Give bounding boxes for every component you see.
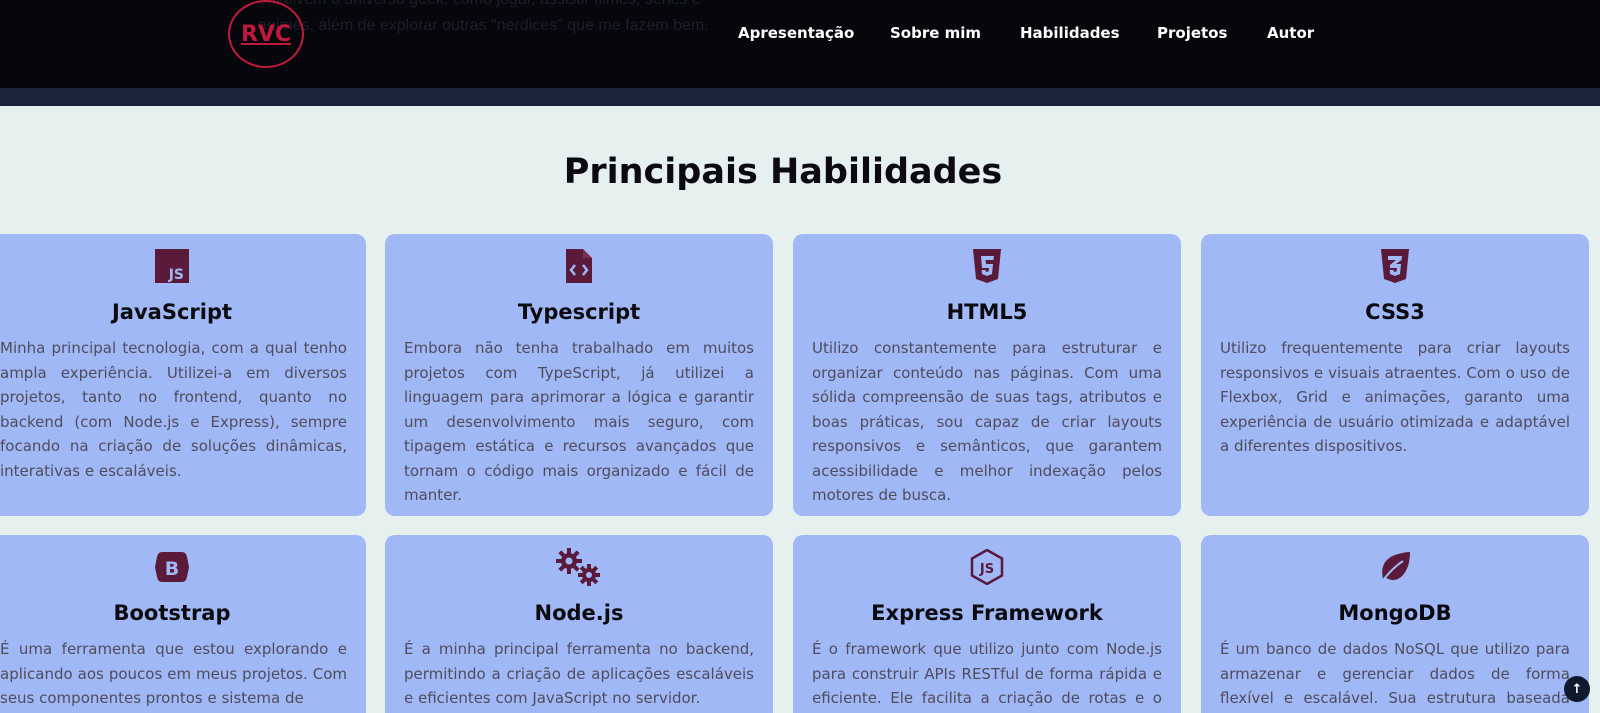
html5-icon <box>969 248 1005 284</box>
css3-icon <box>1377 248 1413 284</box>
header-divider <box>0 88 1600 106</box>
bleed-text-line2: animes, além de explorar outras "nerdice… <box>258 17 709 34</box>
skill-description: É o framework que utilizo junto com Node… <box>812 640 1162 707</box>
skill-card-typescript: Typescript Embora não tenha trabalhado e… <box>385 234 773 516</box>
skill-card-javascript: JS JavaScript Minha principal tecnologia… <box>0 234 366 516</box>
skill-title: CSS3 <box>1365 300 1425 324</box>
site-header: envolvem o universo geek, como jogar, as… <box>0 0 1600 88</box>
bleed-text-line1: envolvem o universo geek, como jogar, as… <box>258 0 818 12</box>
nav-link-sobre-mim[interactable]: Sobre mim <box>890 24 981 42</box>
svg-text:JS: JS <box>979 562 994 577</box>
svg-text:B: B <box>165 558 179 580</box>
skill-title: HTML5 <box>946 300 1028 324</box>
logo-link[interactable]: RVC <box>228 0 304 68</box>
skill-card-bootstrap: B Bootstrap É uma ferramenta que estou e… <box>0 535 366 713</box>
skill-description: Utilizo constantemente para estruturar e… <box>812 339 1162 504</box>
bootstrap-icon: B <box>154 549 190 585</box>
skill-card-css3: CSS3 Utilizo frequentemente para criar l… <box>1201 234 1589 516</box>
file-code-icon <box>561 248 597 284</box>
nav-link-autor[interactable]: Autor <box>1267 24 1314 42</box>
nav-link-apresentacao[interactable]: Apresentação <box>738 24 854 42</box>
skill-title: Bootstrap <box>113 601 231 625</box>
skill-card-html5: HTML5 Utilizo constantemente para estrut… <box>793 234 1181 516</box>
skill-title: Express Framework <box>871 601 1103 625</box>
nav-link-habilidades[interactable]: Habilidades <box>1020 24 1120 42</box>
skill-description: Utilizo frequentemente para criar layout… <box>1220 339 1570 455</box>
skill-title: Typescript <box>517 300 641 324</box>
nodejs-icon: JS <box>969 549 1005 585</box>
skill-description: Minha principal tecnologia, com a qual t… <box>0 339 347 480</box>
skill-description: É a minha principal ferramenta no backen… <box>404 640 754 707</box>
skill-title: MongoDB <box>1338 601 1452 625</box>
section-title: Principais Habilidades <box>563 152 1003 192</box>
skill-description: É uma ferramenta que estou explorando e … <box>0 640 347 707</box>
gears-icon <box>556 548 600 586</box>
scroll-to-top-button[interactable]: ↑ <box>1564 676 1590 702</box>
leaf-icon <box>1377 549 1413 585</box>
skill-description: É um banco de dados NoSQL que utilizo pa… <box>1220 640 1570 707</box>
skill-card-mongodb: MongoDB É um banco de dados NoSQL que ut… <box>1201 535 1589 713</box>
skill-card-express: JS Express Framework É o framework que u… <box>793 535 1181 713</box>
skill-title: JavaScript <box>111 300 233 324</box>
javascript-icon: JS <box>154 248 190 284</box>
skill-card-nodejs: Node.js É a minha principal ferramenta n… <box>385 535 773 713</box>
skill-description: Embora não tenha trabalhado em muitos pr… <box>404 339 754 504</box>
skill-title: Node.js <box>534 601 624 625</box>
svg-text:JS: JS <box>168 267 184 283</box>
nav-link-projetos[interactable]: Projetos <box>1157 24 1227 42</box>
